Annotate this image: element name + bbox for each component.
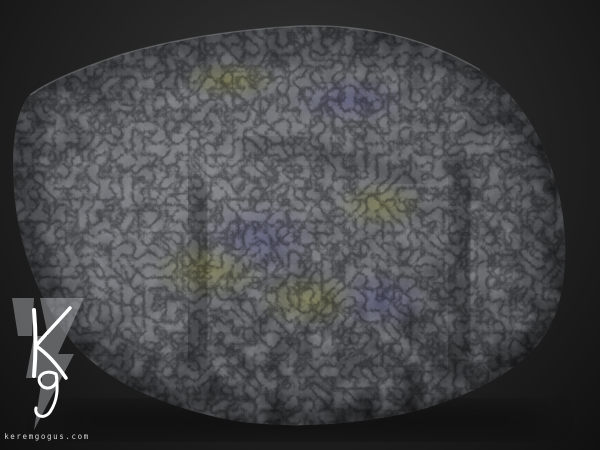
- watermark-url: keremgogus.com: [4, 432, 90, 441]
- watermark: keremgogus.com: [4, 296, 90, 446]
- rock: [13, 25, 566, 426]
- kg-logo: [12, 298, 84, 430]
- rock-render: [13, 25, 566, 438]
